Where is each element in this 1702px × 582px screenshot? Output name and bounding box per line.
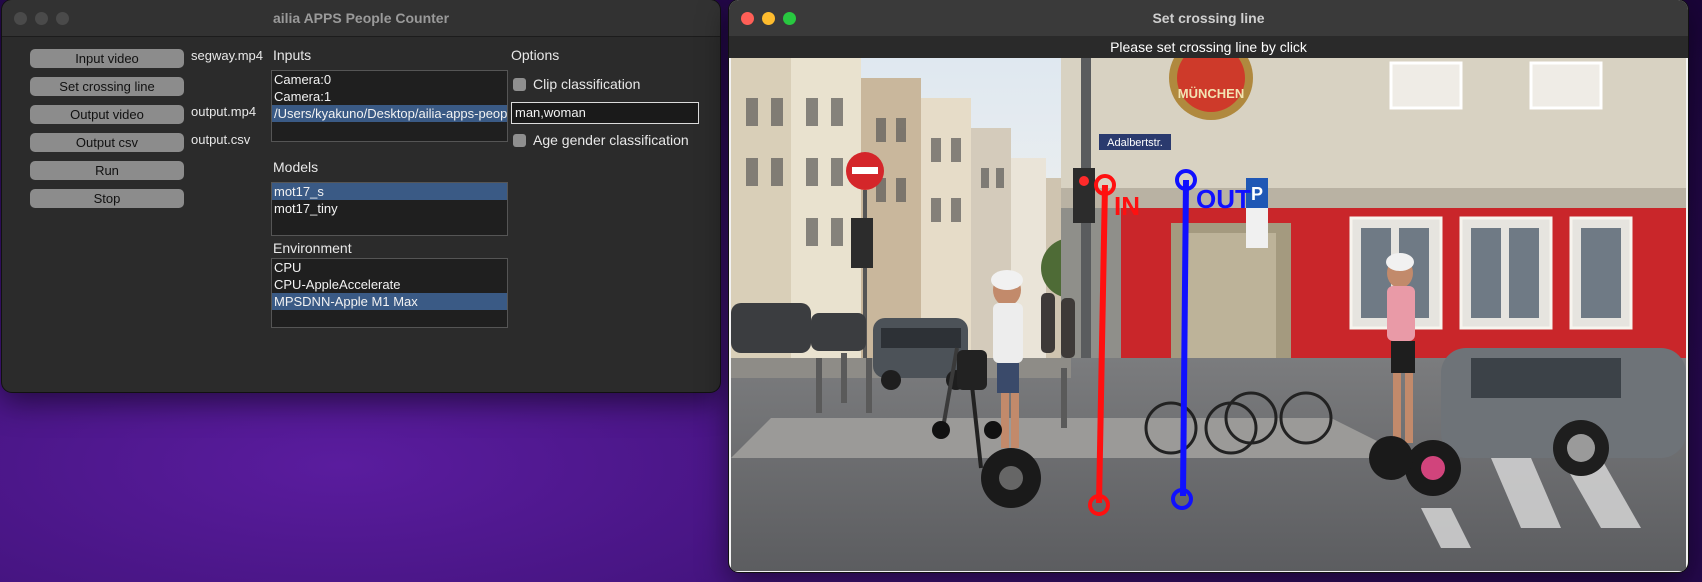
zoom-icon[interactable] bbox=[56, 12, 69, 25]
models-list[interactable]: mot17_s mot17_tiny bbox=[271, 182, 508, 236]
inputs-item-camera0[interactable]: Camera:0 bbox=[272, 71, 507, 88]
environment-item-cpu[interactable]: CPU bbox=[272, 259, 507, 276]
window-title: Set crossing line bbox=[1152, 10, 1265, 26]
inputs-item-file-path[interactable]: /Users/kyakuno/Desktop/ailia-apps-people… bbox=[272, 105, 507, 122]
models-heading: Models bbox=[273, 159, 319, 175]
output-video-filename: output.mp4 bbox=[191, 104, 257, 119]
environment-heading: Environment bbox=[273, 240, 352, 256]
people-counter-window: ailia APPS People Counter Input video Se… bbox=[2, 0, 720, 392]
inputs-item-camera1[interactable]: Camera:1 bbox=[272, 88, 507, 105]
instruction-text: Please set crossing line by click bbox=[729, 36, 1688, 58]
clip-text-input[interactable]: man,woman bbox=[511, 102, 699, 124]
age-gender-label: Age gender classification bbox=[533, 132, 689, 148]
output-csv-button[interactable]: Output csv bbox=[30, 133, 184, 152]
window-title: ailia APPS People Counter bbox=[272, 10, 450, 26]
environment-list[interactable]: CPU CPU-AppleAccelerate MPSDNN-Apple M1 … bbox=[271, 258, 508, 328]
window-controls bbox=[741, 12, 796, 25]
parking-sign: P bbox=[1251, 184, 1263, 204]
input-filename: segway.mp4 bbox=[191, 48, 264, 63]
zoom-icon[interactable] bbox=[783, 12, 796, 25]
street-name-sign: Adalbertstr. bbox=[1107, 137, 1163, 149]
environment-item-mpsdnn[interactable]: MPSDNN-Apple M1 Max bbox=[272, 293, 507, 310]
crossing-line-window: Set crossing line Please set crossing li… bbox=[729, 0, 1688, 572]
input-video-button[interactable]: Input video bbox=[30, 49, 184, 68]
minimize-icon[interactable] bbox=[762, 12, 775, 25]
in-label: IN bbox=[1114, 191, 1140, 221]
clip-classification-option[interactable]: Clip classification bbox=[513, 76, 640, 92]
inputs-list[interactable]: Camera:0 Camera:1 /Users/kyakuno/Desktop… bbox=[271, 70, 508, 142]
environment-item-cpu-apple-accelerate[interactable]: CPU-AppleAccelerate bbox=[272, 276, 507, 293]
street-scene-image: MÜNCHEN Adalbertstr. P IN OUT bbox=[731, 58, 1686, 571]
set-crossing-line-button[interactable]: Set crossing line bbox=[30, 77, 184, 96]
clip-classification-label: Clip classification bbox=[533, 76, 641, 92]
age-gender-option[interactable]: Age gender classification bbox=[513, 132, 689, 148]
clip-classification-checkbox[interactable] bbox=[513, 77, 526, 91]
window-controls bbox=[14, 12, 69, 25]
close-icon[interactable] bbox=[14, 12, 27, 25]
run-button[interactable]: Run bbox=[30, 161, 184, 180]
title-bar[interactable]: Set crossing line bbox=[729, 0, 1688, 37]
output-video-button[interactable]: Output video bbox=[30, 105, 184, 124]
munchen-sign-text: MÜNCHEN bbox=[1178, 86, 1244, 101]
options-heading: Options bbox=[511, 47, 560, 63]
close-icon[interactable] bbox=[741, 12, 754, 25]
models-item-mot17-s[interactable]: mot17_s bbox=[272, 183, 507, 200]
minimize-icon[interactable] bbox=[35, 12, 48, 25]
out-label: OUT bbox=[1196, 184, 1251, 214]
output-csv-filename: output.csv bbox=[191, 132, 251, 147]
age-gender-checkbox[interactable] bbox=[513, 133, 526, 147]
inputs-heading: Inputs bbox=[273, 47, 312, 63]
stop-button[interactable]: Stop bbox=[30, 189, 184, 208]
video-frame-canvas[interactable]: MÜNCHEN Adalbertstr. P IN OUT bbox=[731, 58, 1686, 571]
models-item-mot17-tiny[interactable]: mot17_tiny bbox=[272, 200, 507, 217]
title-bar[interactable]: ailia APPS People Counter bbox=[2, 0, 720, 37]
